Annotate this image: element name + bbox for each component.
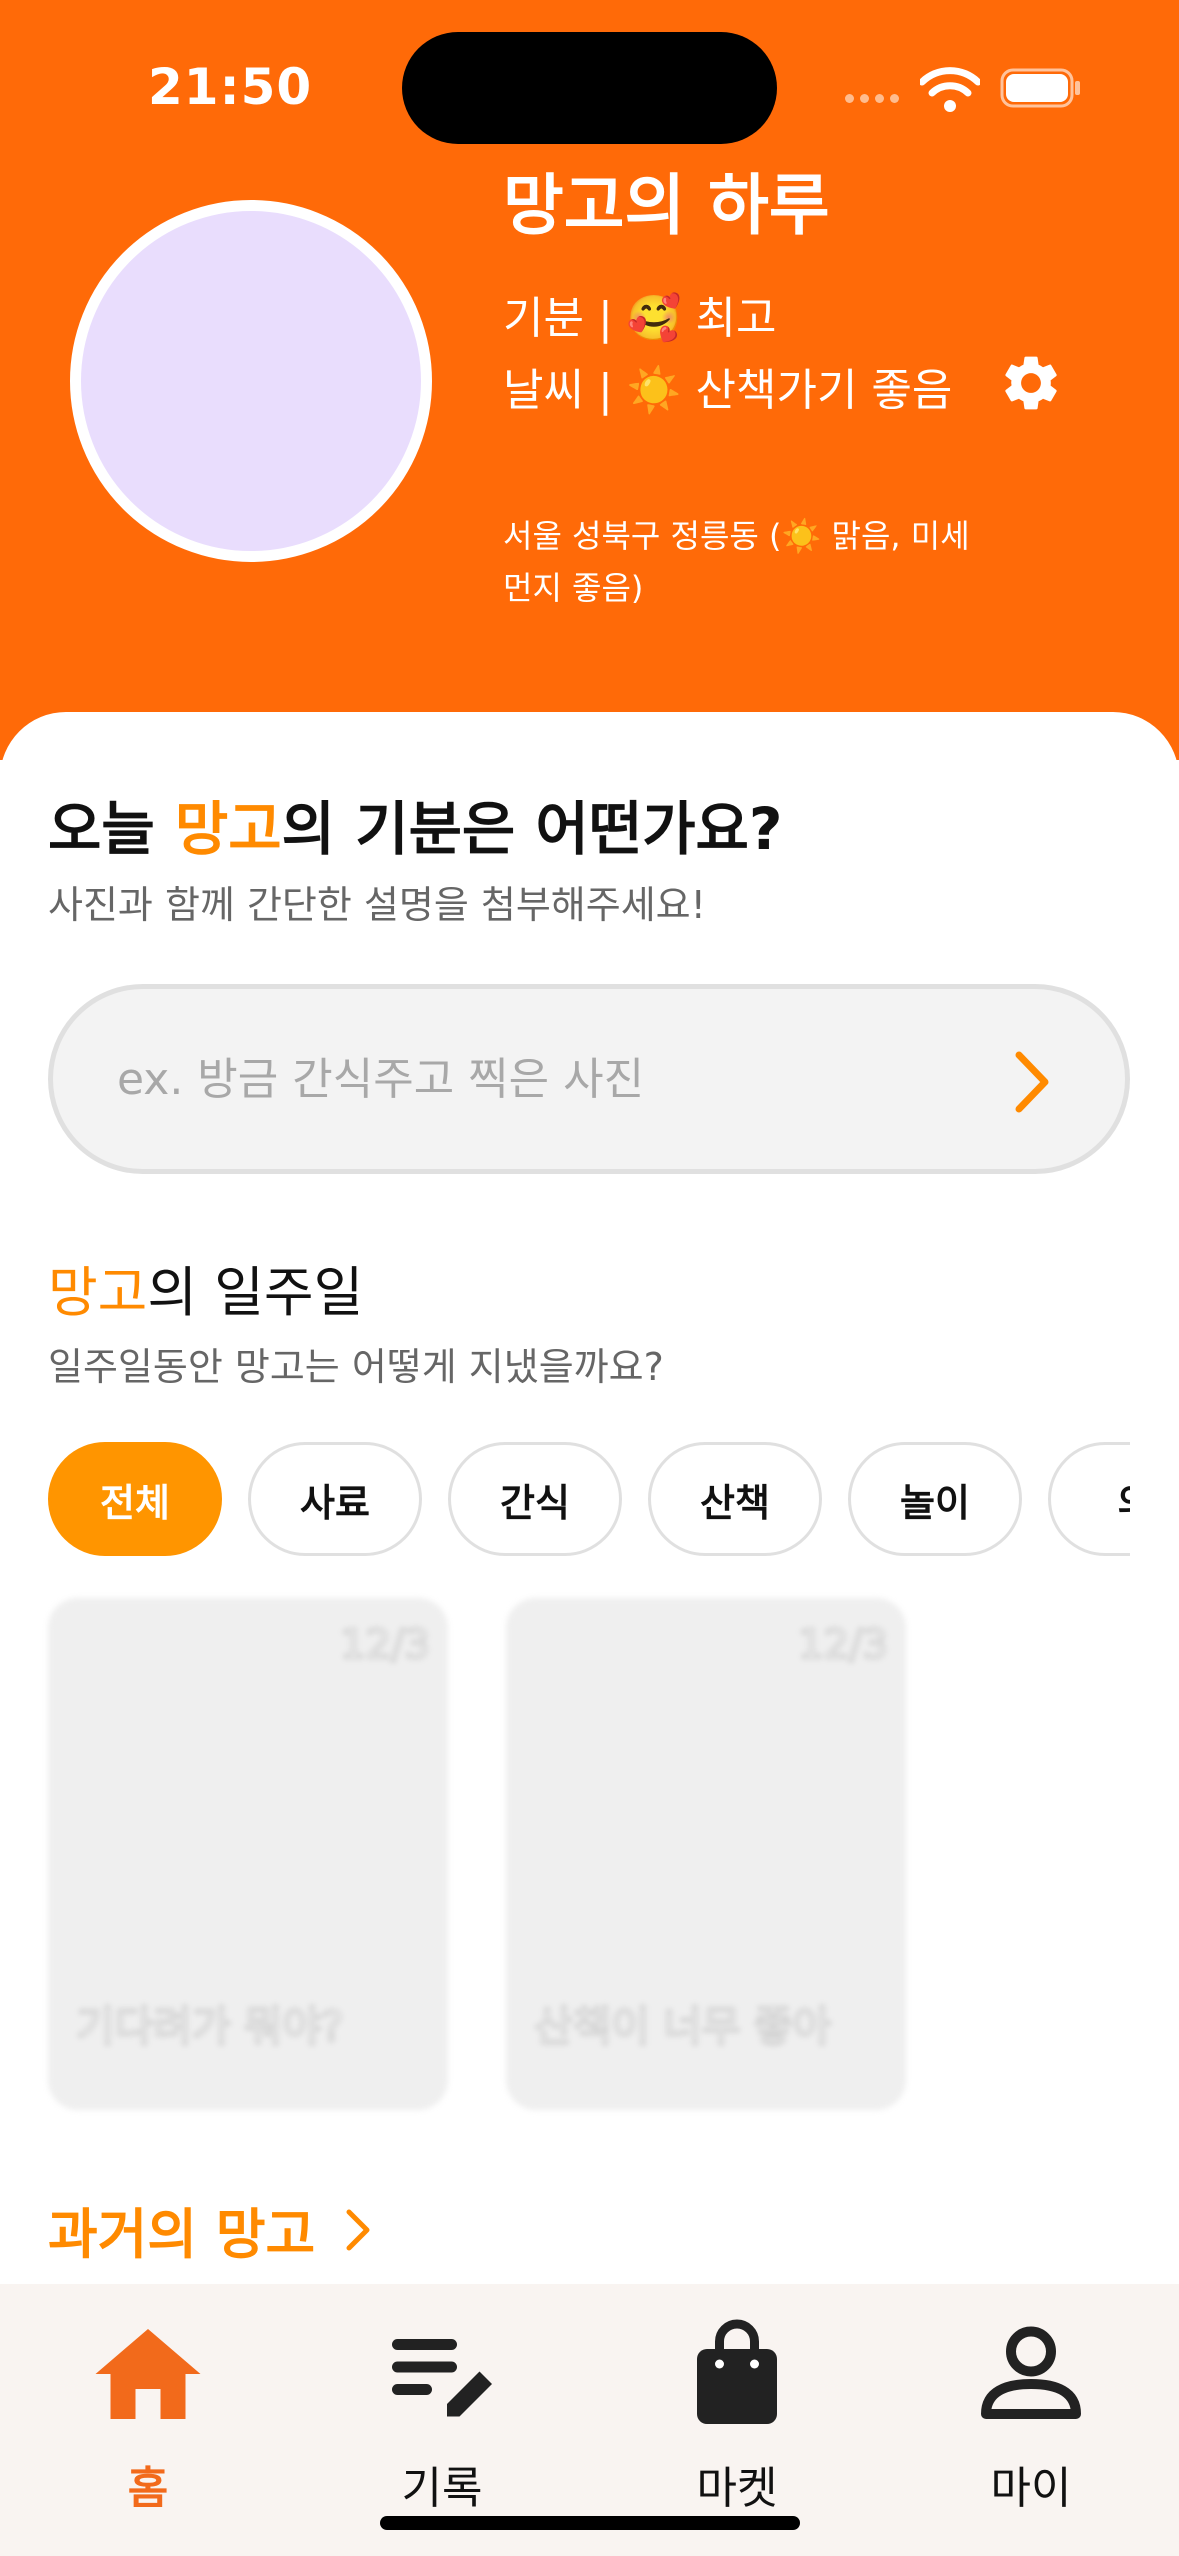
mood-question-title: 오늘 망고의 기분은 어떤가요? xyxy=(48,782,783,866)
shopping-bag-icon xyxy=(697,2319,777,2424)
photo-description-field[interactable] xyxy=(48,984,1130,1174)
title-text: 의 일주일 xyxy=(147,1261,364,1324)
pet-name-highlight: 망고 xyxy=(48,1261,148,1324)
wifi-icon xyxy=(920,67,980,112)
filter-chip-snack[interactable]: 간식 xyxy=(448,1442,622,1556)
status-time: 21:50 xyxy=(148,58,313,116)
tab-market[interactable]: 마켓 xyxy=(637,2314,837,2534)
mood-status: 기분 | 🥰 최고 xyxy=(503,293,777,344)
tab-my[interactable]: 마이 xyxy=(931,2314,1131,2534)
cellular-signal-icon xyxy=(845,94,899,103)
filter-chip-walk[interactable]: 산책 xyxy=(648,1442,822,1556)
filter-chip-food[interactable]: 사료 xyxy=(248,1442,422,1556)
chevron-right-icon xyxy=(346,2209,370,2250)
weather-status: 날씨 | ☀️ 산책가기 좋음 xyxy=(503,365,953,416)
chevron-right-icon[interactable] xyxy=(1007,1047,1057,1117)
pet-name-highlight: 망고 xyxy=(174,795,282,863)
week-section-title: 망고의 일주일 xyxy=(48,1248,363,1327)
title-text: 의 기분은 어떤가요? xyxy=(281,795,783,863)
photo-description-input[interactable] xyxy=(117,1053,967,1105)
week-section-subtitle: 일주일동안 망고는 어떻게 지냈을까요? xyxy=(48,1345,664,1389)
title-text: 오늘 xyxy=(48,795,175,863)
past-mango-label: 과거의 망고 xyxy=(48,2203,316,2266)
tab-label: 마켓 xyxy=(696,2463,778,2514)
tab-label: 기록 xyxy=(401,2463,483,2514)
home-indicator xyxy=(380,2516,800,2530)
filter-chip-play[interactable]: 놀이 xyxy=(848,1442,1022,1556)
tab-label: 마이 xyxy=(990,2463,1072,2514)
past-mango-link[interactable]: 과거의 망고 xyxy=(48,2190,373,2269)
card-date: 12/3 xyxy=(797,1621,888,1669)
tab-label: 홈 xyxy=(127,2463,169,2514)
person-icon xyxy=(981,2326,1081,2419)
pet-name-title: 망고의 하루 xyxy=(503,167,830,244)
tab-home[interactable]: 홈 xyxy=(48,2314,248,2534)
note-edit-icon xyxy=(392,2339,492,2417)
location-weather-info: 서울 성북구 정릉동 (☀️ 맑음, 미세먼지 좋음) xyxy=(503,517,970,607)
battery-icon xyxy=(1000,68,1080,108)
tab-record[interactable]: 기록 xyxy=(342,2314,542,2534)
card-caption: 산책이 너무 좋아 xyxy=(533,2001,832,2052)
week-photo-card[interactable]: 12/3 산책이 너무 좋아 xyxy=(506,1598,906,2110)
card-caption: 기다려가 뭐야? xyxy=(75,2001,344,2052)
dynamic-island xyxy=(402,32,777,144)
gear-icon[interactable] xyxy=(998,350,1064,416)
card-date: 12/3 xyxy=(339,1621,430,1669)
pet-avatar[interactable] xyxy=(70,200,432,562)
filter-chip-more[interactable]: 의 xyxy=(1048,1442,1130,1556)
week-photo-card[interactable]: 12/3 기다려가 뭐야? xyxy=(48,1598,448,2110)
filter-chip-all[interactable]: 전체 xyxy=(48,1442,222,1556)
category-filter-chips: 전체 사료 간식 산책 놀이 의 xyxy=(48,1442,1130,1562)
home-icon xyxy=(95,2329,201,2419)
mood-question-subtitle: 사진과 함께 간단한 설명을 첨부해주세요! xyxy=(48,883,706,927)
